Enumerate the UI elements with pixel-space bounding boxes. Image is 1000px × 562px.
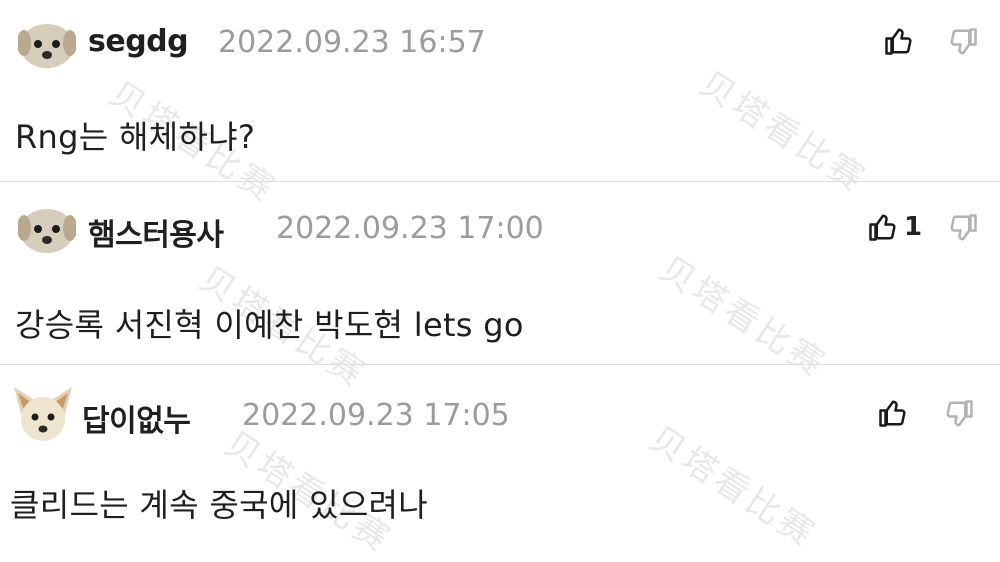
dog-avatar[interactable] xyxy=(17,19,77,73)
divider xyxy=(0,181,1000,182)
username[interactable]: 햄스터용사 xyxy=(88,210,224,254)
comment-item: 답이없누 2022.09.23 17:05 클리드는 계속 중국에 있으려나 xyxy=(0,366,1000,547)
dog-avatar[interactable] xyxy=(17,204,77,258)
thumbs-up-icon xyxy=(885,28,912,55)
timestamp: 2022.09.23 17:05 xyxy=(242,398,510,433)
dislike-button[interactable] xyxy=(944,399,974,429)
thumbs-down-icon xyxy=(946,400,973,427)
dislike-button[interactable] xyxy=(948,213,978,243)
thumbs-down-icon xyxy=(950,28,977,55)
divider xyxy=(0,364,1000,365)
dislike-button[interactable] xyxy=(948,27,978,57)
timestamp: 2022.09.23 17:00 xyxy=(276,211,544,246)
username[interactable]: 답이없누 xyxy=(82,396,191,440)
comment-item: segdg 2022.09.23 16:57 Rng는 해체하냐? xyxy=(0,0,1000,182)
like-button[interactable]: 1 xyxy=(868,212,922,242)
comment-text: 클리드는 계속 중국에 있으려나 xyxy=(10,486,429,524)
thumbs-up-icon xyxy=(869,214,896,241)
like-count: 1 xyxy=(904,212,923,242)
comment-item: 햄스터용사 2022.09.23 17:00 1 강승록 서진혁 이예찬 박도현… xyxy=(0,183,1000,365)
thumbs-up-icon xyxy=(879,400,906,427)
comment-text: 강승록 서진혁 이예찬 박도현 lets go xyxy=(15,306,524,344)
thumbs-down-icon xyxy=(950,214,977,241)
like-button[interactable] xyxy=(878,398,908,428)
puppy-avatar[interactable] xyxy=(12,383,74,449)
like-button[interactable] xyxy=(884,26,914,56)
timestamp: 2022.09.23 16:57 xyxy=(218,25,486,60)
username[interactable]: segdg xyxy=(88,24,189,59)
comment-text: Rng는 해체하냐? xyxy=(15,118,256,156)
